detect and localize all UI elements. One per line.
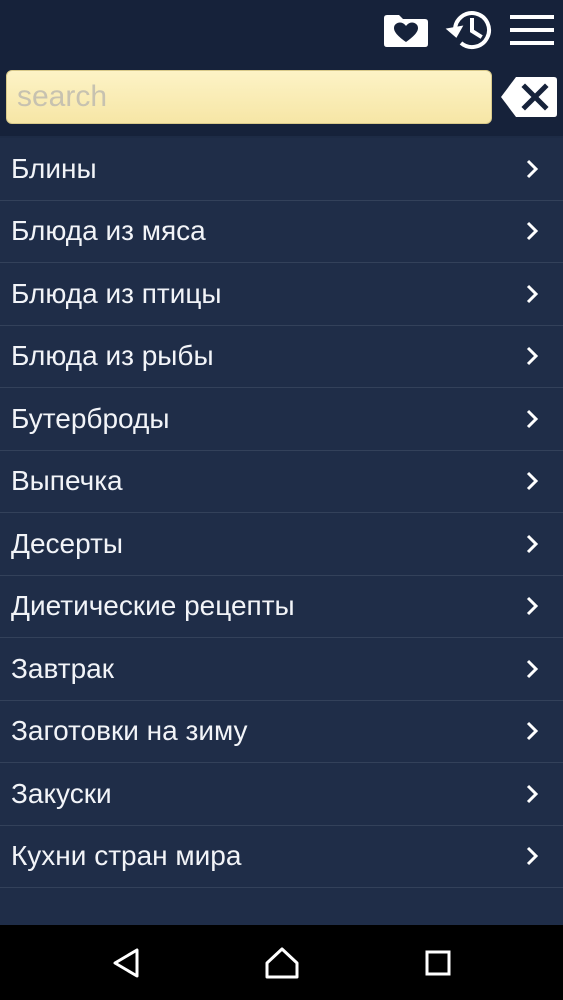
list-item-label: Завтрак — [11, 652, 114, 684]
list-item[interactable]: Диетические рецепты — [0, 576, 563, 638]
list-item[interactable]: Закуски — [0, 763, 563, 826]
search-bar — [0, 62, 563, 136]
list-item[interactable]: Блюда из рыбы — [0, 326, 563, 388]
list-item-label: Десерты — [11, 527, 124, 559]
list-item-label: Блюда из мяса — [11, 215, 206, 247]
list-item[interactable]: Завтрак — [0, 638, 563, 701]
chevron-right-icon — [526, 284, 539, 303]
list-item-label: Закуски — [11, 777, 112, 809]
chevron-right-icon — [526, 409, 539, 428]
list-item-label: Кухни стран мира — [11, 840, 242, 872]
backspace-clear-icon[interactable] — [500, 76, 558, 118]
chevron-right-icon — [526, 347, 539, 366]
list-item-label: Выпечка — [11, 465, 123, 497]
chevron-right-icon — [526, 159, 539, 178]
list-item[interactable]: Блюда из птицы — [0, 263, 563, 326]
list-item-label: Заготовки на зиму — [11, 715, 248, 747]
category-list: Блины Блюда из мяса Блюда из птицы Блюда… — [0, 138, 563, 925]
chevron-right-icon — [526, 722, 539, 741]
system-navigation-bar — [0, 925, 563, 1000]
home-icon[interactable] — [260, 943, 304, 983]
chevron-right-icon — [526, 659, 539, 678]
list-item[interactable]: Бутерброды — [0, 388, 563, 451]
list-item[interactable]: Выпечка — [0, 451, 563, 513]
recents-icon[interactable] — [416, 943, 460, 983]
list-item[interactable]: Кухни стран мира — [0, 826, 563, 888]
history-icon[interactable] — [443, 8, 493, 52]
back-icon[interactable] — [104, 943, 148, 983]
list-item[interactable]: Блюда из мяса — [0, 201, 563, 263]
list-item[interactable]: Десерты — [0, 513, 563, 576]
favorites-folder-heart-icon[interactable] — [381, 8, 431, 52]
list-item-label: Блины — [11, 152, 97, 184]
chevron-right-icon — [526, 534, 539, 553]
list-item-label: Бутерброды — [11, 402, 170, 434]
list-item-label: Блюда из птицы — [11, 277, 222, 309]
chevron-right-icon — [526, 847, 539, 866]
search-input[interactable] — [6, 70, 492, 124]
chevron-right-icon — [526, 222, 539, 241]
chevron-right-icon — [526, 472, 539, 491]
chevron-right-icon — [526, 597, 539, 616]
chevron-right-icon — [526, 784, 539, 803]
list-item-label: Блюда из рыбы — [11, 340, 214, 372]
menu-icon[interactable] — [507, 8, 557, 52]
top-toolbar — [0, 0, 563, 62]
list-item[interactable]: Заготовки на зиму — [0, 701, 563, 763]
app-screen: Блины Блюда из мяса Блюда из птицы Блюда… — [0, 0, 563, 1000]
list-item-label: Диетические рецепты — [11, 590, 295, 622]
list-item[interactable]: Блины — [0, 138, 563, 201]
